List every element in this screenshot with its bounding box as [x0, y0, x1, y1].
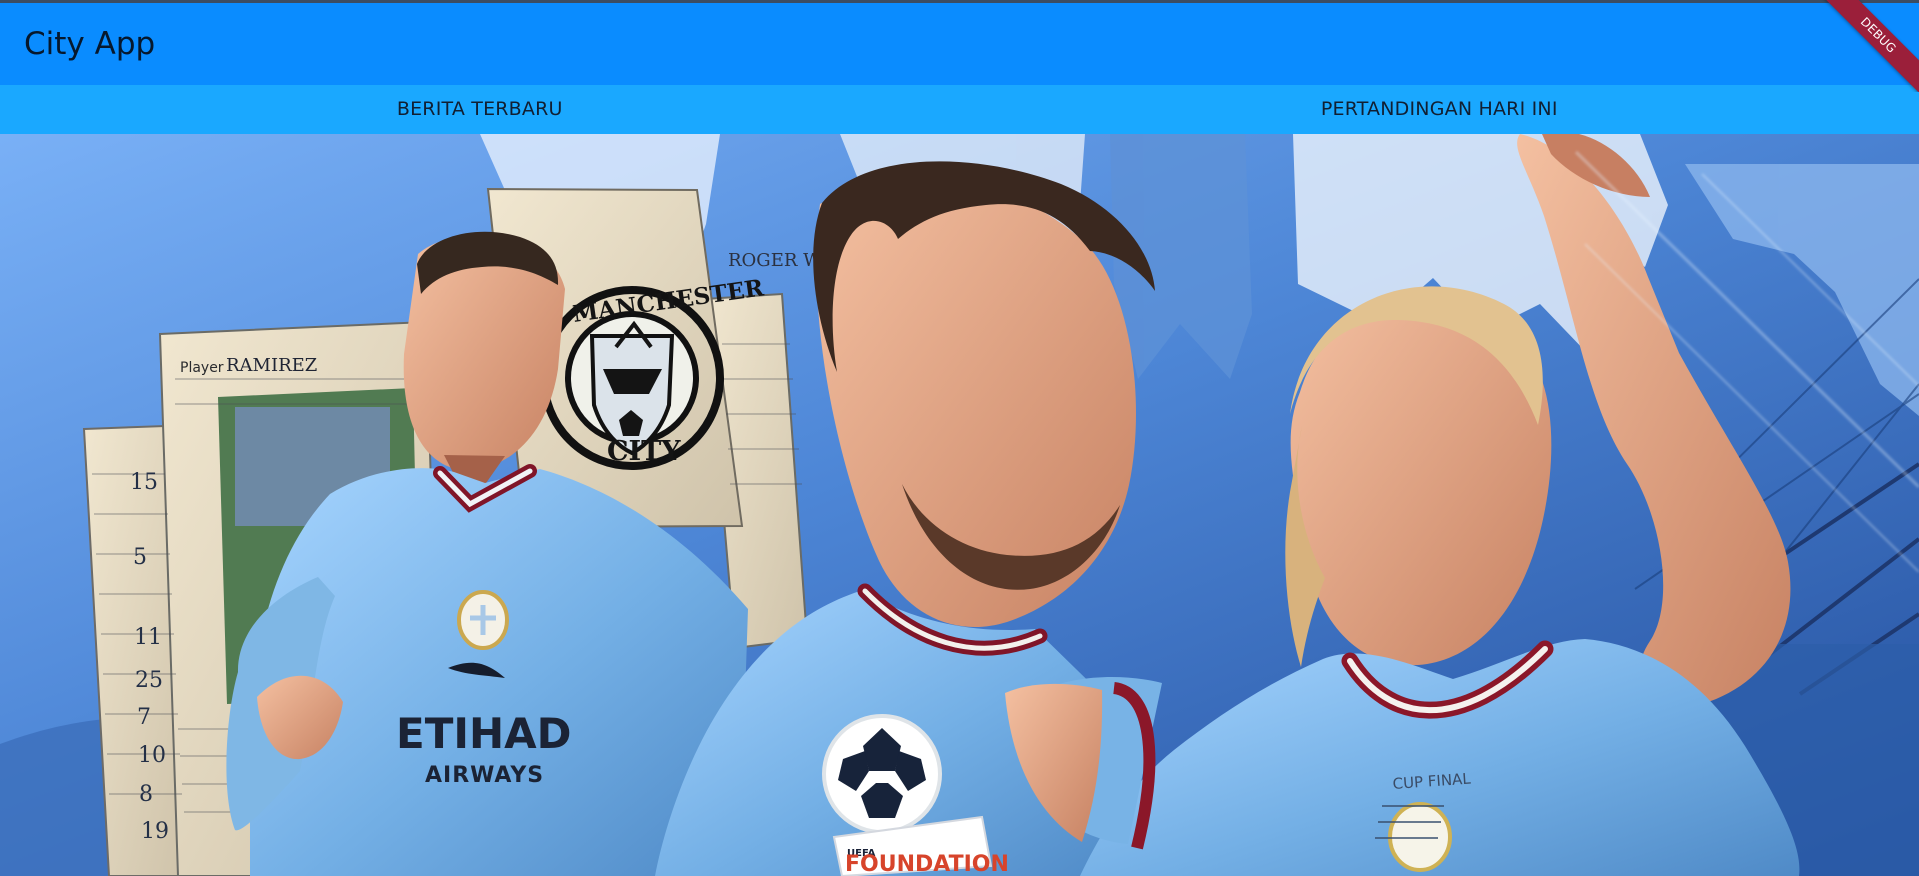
- status-strip: [0, 0, 1919, 3]
- tab-berita-terbaru[interactable]: BERITA TERBARU: [0, 85, 960, 134]
- card-number-7: 7: [137, 705, 151, 730]
- card-number-5: 5: [133, 545, 147, 570]
- sponsor-main-text: ETIHAD: [396, 709, 572, 758]
- app-bar: City App: [0, 3, 1919, 85]
- card-number-11: 11: [134, 625, 162, 650]
- app-screen: City App DEBUG BERITA TERBARU PERTANDING…: [0, 0, 1919, 876]
- card-number-19: 19: [141, 819, 169, 844]
- manchester-city-hero-artwork: 15 5 11 25 7 10 8 19 Player RAMIREZ ROGE…: [0, 134, 1919, 876]
- foundation-text: FOUNDATION: [845, 852, 1009, 876]
- sponsor-sub-text: AIRWAYS: [425, 763, 544, 788]
- player-card-label: Player: [180, 360, 224, 376]
- card-number-10: 10: [138, 743, 166, 768]
- name-block-text: ROGER W: [728, 250, 822, 271]
- crest-bottom-text: CITY: [607, 436, 681, 467]
- app-title: City App: [24, 26, 156, 62]
- card-number-25: 25: [135, 668, 163, 693]
- tab-bar: BERITA TERBARU PERTANDINGAN HARI INI: [0, 85, 1919, 134]
- hero-image: 15 5 11 25 7 10 8 19 Player RAMIREZ ROGE…: [0, 134, 1919, 876]
- card-number-8: 8: [139, 782, 153, 807]
- player-card-name: RAMIREZ: [226, 355, 317, 376]
- tab-pertandingan-hari-ini[interactable]: PERTANDINGAN HARI INI: [960, 85, 1919, 134]
- card-number-15: 15: [130, 470, 158, 495]
